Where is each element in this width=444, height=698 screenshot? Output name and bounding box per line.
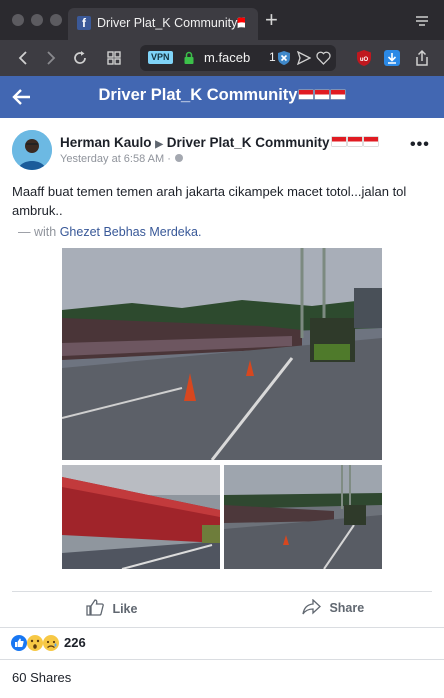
indonesia-flag-icon (315, 90, 330, 99)
post-timestamp[interactable]: Yesterday at 6:58 AM · (60, 153, 184, 165)
minimize-window-button[interactable] (31, 14, 43, 26)
group-name[interactable]: Driver Plat_K Community (167, 135, 330, 150)
tab-title: Driver Plat_K Community🇮🇩 (97, 16, 245, 30)
post-actions: Like Share (12, 591, 432, 626)
tagged-user-link[interactable]: Ghezet Bebhas Merdeka. (60, 225, 202, 239)
post-photo-main[interactable] (62, 248, 382, 460)
indonesia-flag-icon (331, 90, 346, 99)
lock-icon (184, 51, 194, 64)
avatar[interactable] (12, 130, 52, 170)
tab-menu-icon[interactable] (414, 12, 430, 28)
sad-reaction-icon (43, 635, 59, 651)
browser-toolbar: VPN m.faceb 1 uO (0, 40, 444, 76)
share-sheet-icon[interactable] (412, 48, 432, 68)
shares-count[interactable]: 60 Shares (12, 670, 71, 685)
browser-window: f Driver Plat_K Community🇮🇩 + VPN m.face… (0, 0, 444, 698)
reload-icon[interactable] (70, 48, 90, 68)
post-text: Maaff buat temen temen arah jakarta cika… (12, 184, 407, 218)
indonesia-flag-icon (331, 137, 346, 146)
indonesia-flag-icon (299, 90, 314, 99)
more-options-icon[interactable]: ••• (410, 136, 430, 154)
back-icon[interactable] (14, 48, 34, 68)
vpn-badge[interactable]: VPN (148, 51, 173, 64)
url-text: m.faceb (204, 50, 251, 65)
tabs-grid-icon[interactable] (104, 48, 124, 68)
divider (0, 627, 444, 628)
page-header: Driver Plat_K Community (0, 76, 444, 118)
share-label: Share (329, 601, 365, 615)
forward-icon[interactable] (40, 48, 60, 68)
send-icon[interactable] (297, 51, 311, 65)
indonesia-flag-icon (363, 137, 378, 146)
like-button[interactable]: Like (86, 599, 137, 618)
facebook-favicon-icon: f (77, 16, 91, 30)
post-photo-3[interactable] (224, 465, 382, 569)
ublock-extension-icon[interactable]: uO (354, 48, 374, 68)
tab-bar: f Driver Plat_K Community🇮🇩 + (0, 0, 444, 40)
svg-text:uO: uO (360, 57, 369, 63)
divider (0, 659, 444, 660)
download-icon[interactable] (382, 48, 402, 68)
globe-icon (174, 154, 183, 162)
share-arrow-icon (302, 598, 321, 615)
share-button[interactable]: Share (302, 598, 365, 617)
new-tab-button[interactable]: + (265, 9, 278, 31)
tab-count: 1 (269, 50, 276, 64)
caret-right-icon: ▶ (155, 139, 163, 150)
reaction-count[interactable]: 226 (64, 635, 86, 650)
post-author-line: Herman Kaulo ▶ Driver Plat_K Community (60, 135, 378, 150)
thumbs-up-icon (86, 599, 104, 616)
with-tag: — with Ghezet Bebhas Merdeka. (18, 225, 202, 239)
indonesia-flag-icon (347, 137, 362, 146)
author-name[interactable]: Herman Kaulo (60, 135, 152, 150)
browser-tab[interactable]: f Driver Plat_K Community🇮🇩 (68, 8, 258, 40)
reactions-summary[interactable] (10, 634, 62, 652)
maximize-window-button[interactable] (50, 14, 62, 26)
favorite-heart-icon[interactable] (316, 51, 331, 65)
shield-icon[interactable] (277, 50, 291, 66)
post-photo-2[interactable] (62, 465, 220, 569)
avatar-photo (12, 130, 52, 170)
address-bar[interactable]: VPN m.faceb 1 (140, 45, 336, 71)
page-title: Driver Plat_K Community (0, 86, 444, 105)
like-label: Like (112, 602, 138, 616)
close-window-button[interactable] (12, 14, 24, 26)
